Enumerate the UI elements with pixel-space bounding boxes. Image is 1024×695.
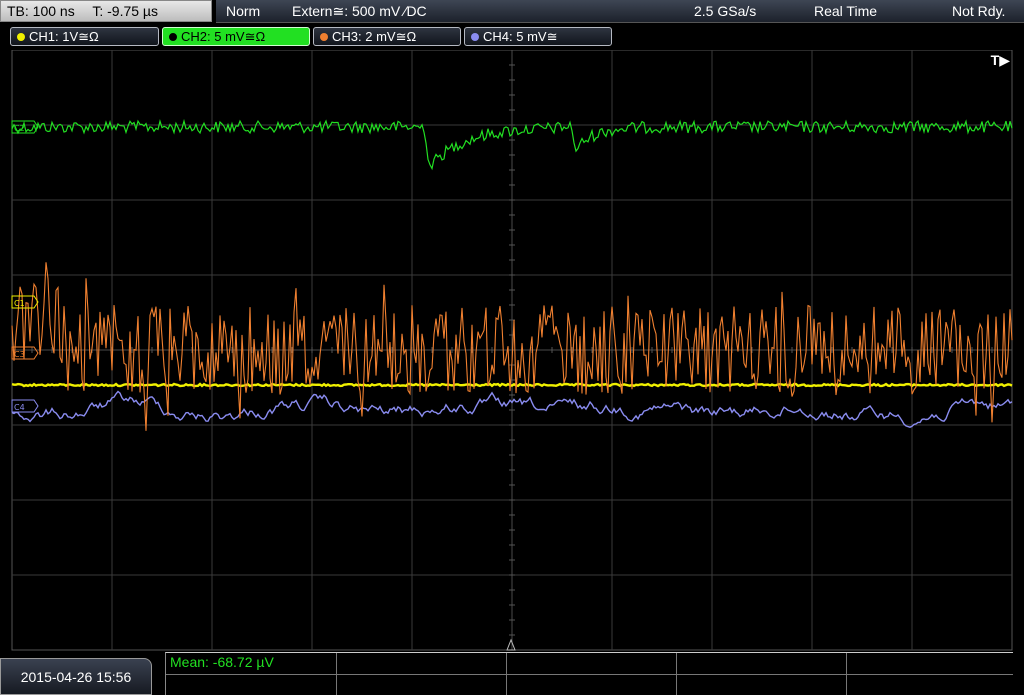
measurement-cell-2[interactable]: [336, 653, 507, 695]
tab-ch2[interactable]: CH2: 5 mV≅Ω: [162, 27, 310, 46]
timebase-label: TB: 100 ns: [7, 3, 75, 19]
trigger-source-label: Extern≅: 500 mV ∕DC: [292, 3, 427, 19]
tab-ch1[interactable]: CH1: 1V≅Ω: [10, 27, 159, 46]
ch1-marker[interactable]: C1: [11, 295, 39, 309]
ready-state-label: Not Rdy.: [952, 3, 1006, 19]
ch3-marker-label: C3: [14, 350, 25, 359]
sample-rate-label: 2.5 GSa/s: [694, 3, 757, 19]
channel-tabs: CH1: 1V≅Ω CH2: 5 mV≅Ω CH3: 2 mV≅Ω CH4: 5…: [0, 26, 1024, 48]
acquisition-mode-label: Real Time: [814, 3, 878, 19]
status-bar: TB: 100 ns T: -9.75 µs Norm Extern≅: 500…: [0, 0, 1024, 24]
ch4-label: CH4: 5 mV≅: [483, 29, 558, 44]
trigger-time-label: T: -9.75 µs: [92, 3, 158, 19]
measurement-panel[interactable]: Mean: -68.72 µV: [165, 652, 1013, 695]
waveform-canvas[interactable]: C2 C1 C3 C4: [0, 50, 1024, 652]
ch3-marker[interactable]: C3: [11, 346, 39, 360]
ch3-label: CH3: 2 mV≅Ω: [332, 29, 417, 44]
ch2-marker-label: C2: [14, 124, 25, 133]
measurement-cell-3[interactable]: [506, 653, 677, 695]
ch1-dot-icon: [17, 33, 25, 41]
acquisition-strip[interactable]: Norm Extern≅: 500 mV ∕DC 2.5 GSa/s Real …: [216, 0, 1024, 23]
ch4-marker[interactable]: C4: [11, 399, 39, 413]
waveform-display[interactable]: C2 C1 C3 C4 T▶: [0, 50, 1024, 652]
tab-ch3[interactable]: CH3: 2 mV≅Ω: [313, 27, 461, 46]
ch1-marker-label: C1: [14, 299, 25, 308]
ch4-marker-label: C4: [14, 403, 25, 412]
ch1-trace: [11, 382, 1013, 388]
measurement-cell-4[interactable]: [676, 653, 847, 695]
trigger-mode-label: Norm: [226, 3, 261, 19]
channel-markers: C2 C1 C3 C4: [11, 120, 39, 413]
trigger-indicator[interactable]: T▶: [991, 52, 1010, 69]
ch3-dot-icon: [320, 33, 328, 41]
mean-value: Mean: -68.72 µV: [170, 654, 274, 670]
ch2-label: CH2: 5 mV≅Ω: [181, 29, 266, 44]
trigger-position-icon[interactable]: [506, 638, 516, 651]
ch4-dot-icon: [471, 33, 479, 41]
tab-ch4[interactable]: CH4: 5 mV≅: [464, 27, 612, 46]
ch2-dot-icon: [169, 33, 177, 41]
ch1-label: CH1: 1V≅Ω: [29, 29, 99, 44]
measurement-cell-1[interactable]: Mean: -68.72 µV: [166, 653, 337, 695]
timebase-box[interactable]: TB: 100 ns T: -9.75 µs: [0, 0, 212, 22]
date-time: 2015-04-26 15:56: [0, 658, 152, 695]
